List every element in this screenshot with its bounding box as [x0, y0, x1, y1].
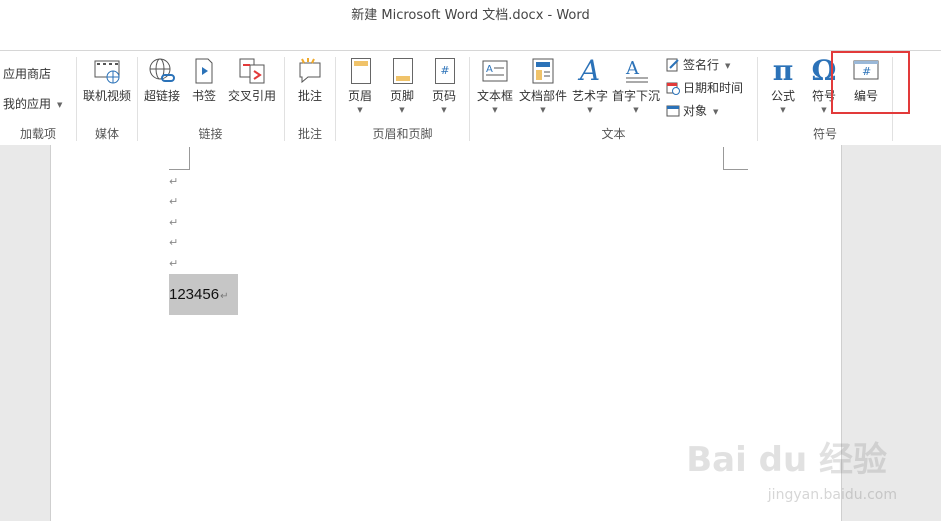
- footer-label: 页脚: [389, 89, 414, 103]
- textbox-label: 文本框: [476, 89, 513, 103]
- group-label-text: 文本: [601, 127, 626, 141]
- highlight-box: [831, 51, 910, 114]
- globe-link-icon: [148, 57, 176, 85]
- window-title: 新建 Microsoft Word 文档.docx - Word: [351, 8, 590, 23]
- chevron-down-icon: ▼: [540, 106, 546, 114]
- bookmark-button[interactable]: 书签: [186, 57, 222, 104]
- title-bar: 新建 Microsoft Word 文档.docx - Word: [0, 0, 941, 50]
- object-icon: [666, 104, 680, 118]
- chevron-down-icon: ▼: [713, 108, 719, 116]
- comment-label: 批注: [297, 89, 322, 103]
- group-comments: 批注 批注: [285, 51, 335, 145]
- quick-parts-button[interactable]: 文档部件 ▼: [518, 57, 568, 114]
- svg-text:A: A: [486, 64, 493, 75]
- signature-label: 签名行: [683, 58, 720, 72]
- document-canvas: ↵ ↵ ↵ ↵ ↵ 123456↵ Bai du 经验 jingyan.baid…: [0, 145, 941, 521]
- paragraph-mark: ↵: [169, 236, 179, 249]
- bookmark-label: 书签: [191, 89, 216, 103]
- wordart-label: 艺术字: [571, 89, 608, 103]
- store-button[interactable]: 应用商店: [3, 65, 51, 83]
- my-apps-label: 我的应用: [3, 97, 52, 111]
- chevron-down-icon: ▼: [725, 62, 731, 70]
- object-button[interactable]: 对象 ▼: [666, 102, 718, 120]
- group-links: 超链接 书签 交叉引用 链接: [138, 51, 283, 145]
- chevron-down-icon: ▼: [399, 106, 405, 114]
- chevron-down-icon: ▼: [357, 106, 363, 114]
- wordart-icon: A: [579, 54, 601, 87]
- online-video-button[interactable]: 联机视频: [79, 57, 135, 104]
- drop-cap-label: 首字下沉: [611, 89, 660, 103]
- hyperlink-label: 超链接: [143, 89, 180, 103]
- group-label-symbols: 符号: [812, 127, 837, 141]
- svg-text:A: A: [625, 58, 640, 79]
- group-text: A 文本框 ▼ 文档部件 ▼ A 艺术字 ▼ A 首字下沉 ▼ 签名行 ▼ 日期…: [470, 51, 757, 145]
- header-label: 页眉: [347, 89, 372, 103]
- watermark-logo: Bai du 经验: [686, 440, 887, 480]
- paragraph-mark: ↵: [169, 257, 179, 270]
- group-label-addins: 加载项: [19, 127, 56, 141]
- calendar-clock-icon: [666, 81, 680, 95]
- chevron-down-icon: ▼: [780, 106, 786, 114]
- footer-icon: [388, 57, 416, 85]
- quick-parts-icon: [529, 57, 557, 85]
- group-label-comments: 批注: [297, 127, 322, 141]
- footer-button[interactable]: 页脚 ▼: [382, 57, 422, 114]
- chevron-down-icon: ▼: [492, 106, 498, 114]
- page-number-button[interactable]: # 页码 ▼: [424, 57, 464, 114]
- date-time-label: 日期和时间: [683, 81, 744, 95]
- group-media: 联机视频 媒体: [77, 51, 137, 145]
- textbox-button[interactable]: A 文本框 ▼: [474, 57, 516, 114]
- watermark-url: jingyan.baidu.com: [767, 487, 897, 503]
- hyperlink-button[interactable]: 超链接: [142, 57, 182, 104]
- page-number-icon: #: [430, 57, 458, 85]
- page-number-label: 页码: [431, 89, 456, 103]
- ribbon-insert-tab: 应用商店 我的应用 ▼ 加载项 联机视频 媒体 超链接 书签 交叉引用 链接 批…: [0, 50, 941, 146]
- paragraph-mark: ↵: [169, 175, 179, 188]
- group-addins: 应用商店 我的应用 ▼ 加载项: [0, 51, 76, 145]
- film-globe-icon: [93, 57, 121, 85]
- group-label-links: 链接: [198, 127, 223, 141]
- equation-button[interactable]: π 公式 ▼: [764, 54, 802, 115]
- equation-label: 公式: [770, 89, 795, 103]
- cross-reference-label: 交叉引用: [227, 89, 276, 103]
- store-label: 应用商店: [3, 67, 52, 81]
- signature-icon: [666, 58, 680, 72]
- drop-cap-button[interactable]: A 首字下沉 ▼: [610, 57, 662, 114]
- chevron-down-icon: ▼: [633, 106, 639, 114]
- group-header-footer: 页眉 ▼ 页脚 ▼ # 页码 ▼ 页眉和页脚: [336, 51, 469, 145]
- chevron-down-icon: ▼: [441, 106, 447, 114]
- textbox-icon: A: [481, 57, 509, 85]
- my-apps-button[interactable]: 我的应用 ▼: [3, 95, 62, 113]
- cross-reference-icon: [238, 57, 266, 85]
- chevron-down-icon: ▼: [587, 106, 593, 114]
- wordart-button[interactable]: A 艺术字 ▼: [570, 54, 610, 115]
- selected-text[interactable]: 123456↵: [169, 274, 238, 315]
- bookmark-icon: [190, 57, 218, 85]
- comment-icon: [296, 57, 324, 85]
- paragraph-mark: ↵: [169, 195, 179, 208]
- cross-reference-button[interactable]: 交叉引用: [224, 57, 280, 104]
- header-button[interactable]: 页眉 ▼: [340, 57, 380, 114]
- online-video-label: 联机视频: [82, 89, 131, 103]
- quick-parts-label: 文档部件: [518, 89, 567, 103]
- selected-text-value: 123456: [169, 286, 220, 303]
- pi-icon: π: [772, 54, 794, 87]
- drop-cap-icon: A: [622, 57, 650, 85]
- crop-mark-left: [169, 147, 190, 170]
- object-label: 对象: [683, 104, 708, 118]
- group-label-media: 媒体: [94, 127, 119, 141]
- chevron-down-icon: ▼: [57, 101, 63, 109]
- paragraph-mark: ↵: [169, 216, 179, 229]
- new-comment-button[interactable]: 批注: [289, 57, 331, 104]
- group-label-header-footer: 页眉和页脚: [372, 127, 433, 141]
- date-time-button[interactable]: 日期和时间: [666, 79, 743, 97]
- header-icon: [346, 57, 374, 85]
- signature-line-button[interactable]: 签名行 ▼: [666, 56, 730, 74]
- crop-mark-right: [723, 147, 748, 170]
- paragraph-mark: ↵: [220, 291, 229, 302]
